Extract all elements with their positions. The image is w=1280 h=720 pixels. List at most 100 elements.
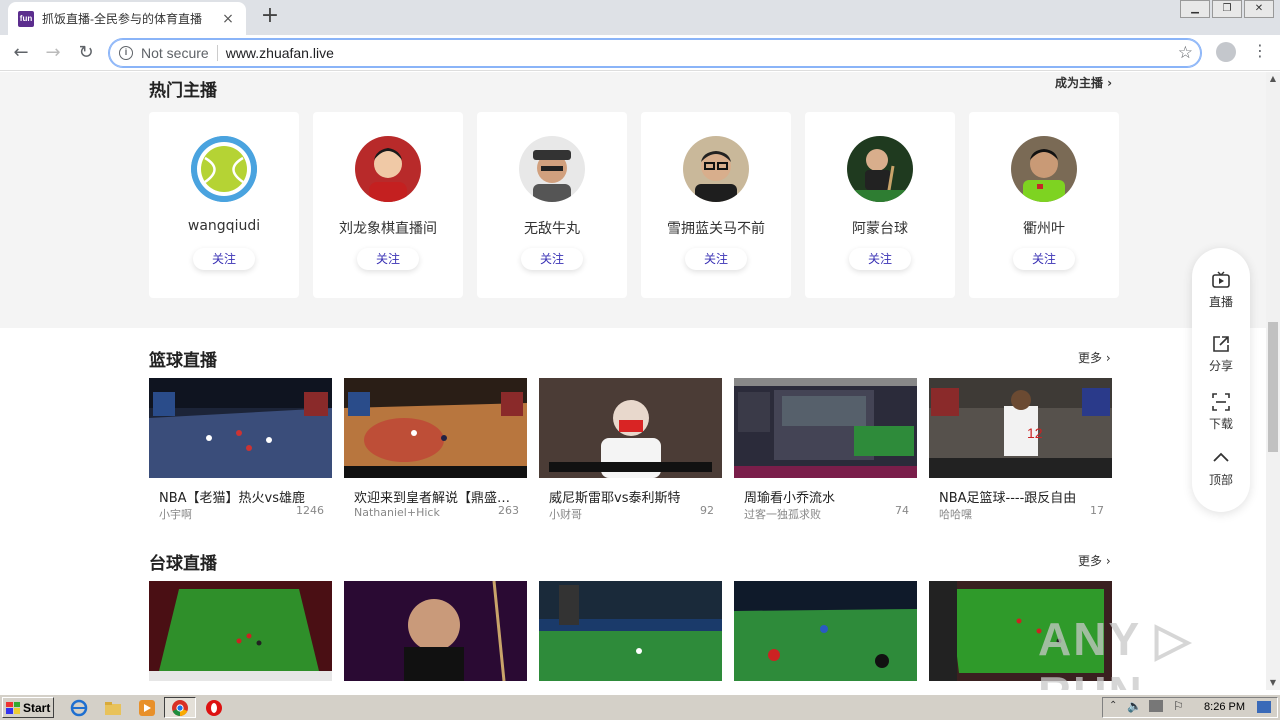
video-card[interactable]: NBA【老猫】热火vs雄鹿 小宇啊 1246: [149, 378, 332, 528]
security-label: Not secure: [141, 45, 218, 61]
back-button[interactable]: ←: [8, 40, 34, 66]
info-icon[interactable]: i: [119, 46, 133, 60]
media-player-icon[interactable]: [138, 699, 156, 717]
hot-anchors-section: 热门主播 成为主播 › wangqiudi 关注 刘龙象棋直播间 关注 无敌牛丸…: [0, 72, 1266, 328]
browser-tab[interactable]: fun 抓饭直播-全民参与的体育直播 ×: [8, 2, 246, 35]
reload-button[interactable]: ↻: [73, 40, 99, 66]
video-author: Nathaniel+Hick: [354, 506, 440, 519]
restore-button[interactable]: ❐: [1212, 0, 1242, 18]
video-thumbnail: [344, 378, 527, 478]
new-tab-button[interactable]: +: [258, 4, 282, 28]
anchor-card[interactable]: 衢州叶 关注: [969, 112, 1119, 298]
video-author: 小宇啊: [159, 508, 192, 521]
anchor-avatar: [519, 136, 585, 202]
flag-icon[interactable]: ⚐: [1173, 699, 1184, 713]
video-card[interactable]: [734, 581, 917, 690]
video-thumbnail: [734, 581, 917, 681]
folder-icon[interactable]: [104, 699, 122, 717]
close-tab-icon[interactable]: ×: [220, 11, 236, 27]
anchor-avatar: [355, 136, 421, 202]
address-bar[interactable]: i Not secure www.zhuafan.live ☆: [108, 38, 1202, 68]
anchor-card[interactable]: 无敌牛丸 关注: [477, 112, 627, 298]
video-card[interactable]: [539, 581, 722, 690]
anyrun-watermark: ANY ▷ RUN: [1038, 613, 1193, 690]
url-text[interactable]: www.zhuafan.live: [226, 45, 334, 61]
page-scrollbar[interactable]: ▲ ▼: [1266, 72, 1280, 690]
share-icon: [1213, 336, 1229, 352]
viewer-count: 92: [700, 504, 714, 517]
follow-button[interactable]: 关注: [849, 248, 911, 270]
basketball-more-link[interactable]: 更多 ›: [1078, 349, 1111, 366]
video-title: 威尼斯雷耶vs泰利斯特: [549, 491, 681, 506]
follow-button[interactable]: 关注: [357, 248, 419, 270]
live-button[interactable]: 直播: [1192, 270, 1250, 310]
anchor-avatar: [1011, 136, 1077, 202]
browser-toolbar: ← → ↻ i Not secure www.zhuafan.live ☆: [0, 35, 1280, 71]
follow-button[interactable]: 关注: [193, 248, 255, 270]
video-card[interactable]: 威尼斯雷耶vs泰利斯特 小财哥 92: [539, 378, 722, 528]
window-controls: ▁ ❐ ✕: [1178, 0, 1274, 18]
video-thumbnail: [149, 378, 332, 478]
chrome-taskbar-button[interactable]: [164, 697, 196, 718]
video-card[interactable]: [149, 581, 332, 690]
anchor-name: 无敌牛丸: [524, 221, 580, 237]
follow-button[interactable]: 关注: [521, 248, 583, 270]
anchor-name: wangqiudi: [187, 218, 261, 234]
viewer-count: 263: [498, 504, 519, 517]
video-card[interactable]: 周瑜看小乔流水 过客一独孤求败 74: [734, 378, 917, 528]
profile-avatar-icon[interactable]: [1216, 42, 1236, 62]
anchor-card[interactable]: 阿蒙台球 关注: [805, 112, 955, 298]
forward-button[interactable]: →: [40, 40, 66, 66]
tv-icon: [1212, 271, 1230, 288]
bookmark-star-icon[interactable]: ☆: [1178, 43, 1193, 63]
network-icon[interactable]: [1149, 700, 1163, 712]
page-viewport: 热门主播 成为主播 › wangqiudi 关注 刘龙象棋直播间 关注 无敌牛丸…: [0, 72, 1266, 690]
viewer-count: 74: [895, 504, 909, 517]
scroll-down-arrow-icon[interactable]: ▼: [1266, 676, 1280, 690]
follow-button[interactable]: 关注: [1013, 248, 1075, 270]
opera-icon[interactable]: [205, 699, 223, 717]
video-title: NBA足篮球----跟反自由: [939, 491, 1077, 506]
anchor-name: 雪拥蓝关马不前: [667, 221, 765, 237]
anchor-card[interactable]: wangqiudi 关注: [149, 112, 299, 298]
video-thumbnail: [539, 378, 722, 478]
scroll-up-arrow-icon[interactable]: ▲: [1266, 72, 1280, 86]
tennis-ball-icon: [191, 136, 257, 202]
internet-explorer-icon[interactable]: [70, 699, 88, 717]
browser-menu-icon[interactable]: ⋮: [1252, 41, 1268, 60]
back-to-top-button[interactable]: 顶部: [1192, 448, 1250, 488]
start-button[interactable]: Start: [2, 697, 54, 718]
anchor-avatar: [683, 136, 749, 202]
hot-anchors-title: 热门主播: [149, 81, 217, 101]
share-button[interactable]: 分享: [1192, 334, 1250, 374]
follow-button[interactable]: 关注: [685, 248, 747, 270]
scroll-thumb[interactable]: [1268, 322, 1278, 452]
video-card[interactable]: 欢迎来到皇者解说【鼎盛… Nathaniel+Hick 263: [344, 378, 527, 528]
anchor-card[interactable]: 刘龙象棋直播间 关注: [313, 112, 463, 298]
anchor-name: 衢州叶: [1023, 221, 1065, 237]
site-favicon-icon: fun: [18, 10, 34, 27]
basketball-section-title: 篮球直播: [149, 351, 217, 371]
billiards-section-title: 台球直播: [149, 554, 217, 574]
show-desktop-icon[interactable]: [1257, 701, 1271, 713]
share-label: 分享: [1208, 359, 1233, 373]
billiards-more-link[interactable]: 更多 ›: [1078, 552, 1111, 569]
live-label: 直播: [1208, 295, 1233, 309]
viewer-count: 1246: [296, 504, 324, 517]
browser-tab-strip: fun 抓饭直播-全民参与的体育直播 × + ▁ ❐ ✕: [0, 0, 1280, 35]
download-button[interactable]: 下载: [1192, 392, 1250, 432]
floating-side-panel: 直播 分享 下载 顶部: [1192, 248, 1250, 512]
tray-expand-icon[interactable]: ⌃: [1109, 700, 1117, 711]
video-card[interactable]: [344, 581, 527, 690]
become-anchor-link[interactable]: 成为主播 ›: [1055, 74, 1112, 91]
svg-text:12: 12: [1027, 425, 1043, 441]
anchor-card[interactable]: 雪拥蓝关马不前 关注: [641, 112, 791, 298]
close-window-button[interactable]: ✕: [1244, 0, 1274, 18]
taskbar-clock: 8:26 PM: [1204, 701, 1245, 713]
chevron-up-icon: [1213, 452, 1229, 462]
minimize-button[interactable]: ▁: [1180, 0, 1210, 18]
volume-icon[interactable]: 🔈: [1127, 699, 1142, 713]
video-author: 过客一独孤求败: [744, 508, 821, 521]
windows-taskbar: Start ⌃ 🔈 ⚐ 8:26 PM: [0, 694, 1280, 720]
video-card[interactable]: 12 NBA足篮球----跟反自由 哈哈嘿 17: [929, 378, 1112, 528]
